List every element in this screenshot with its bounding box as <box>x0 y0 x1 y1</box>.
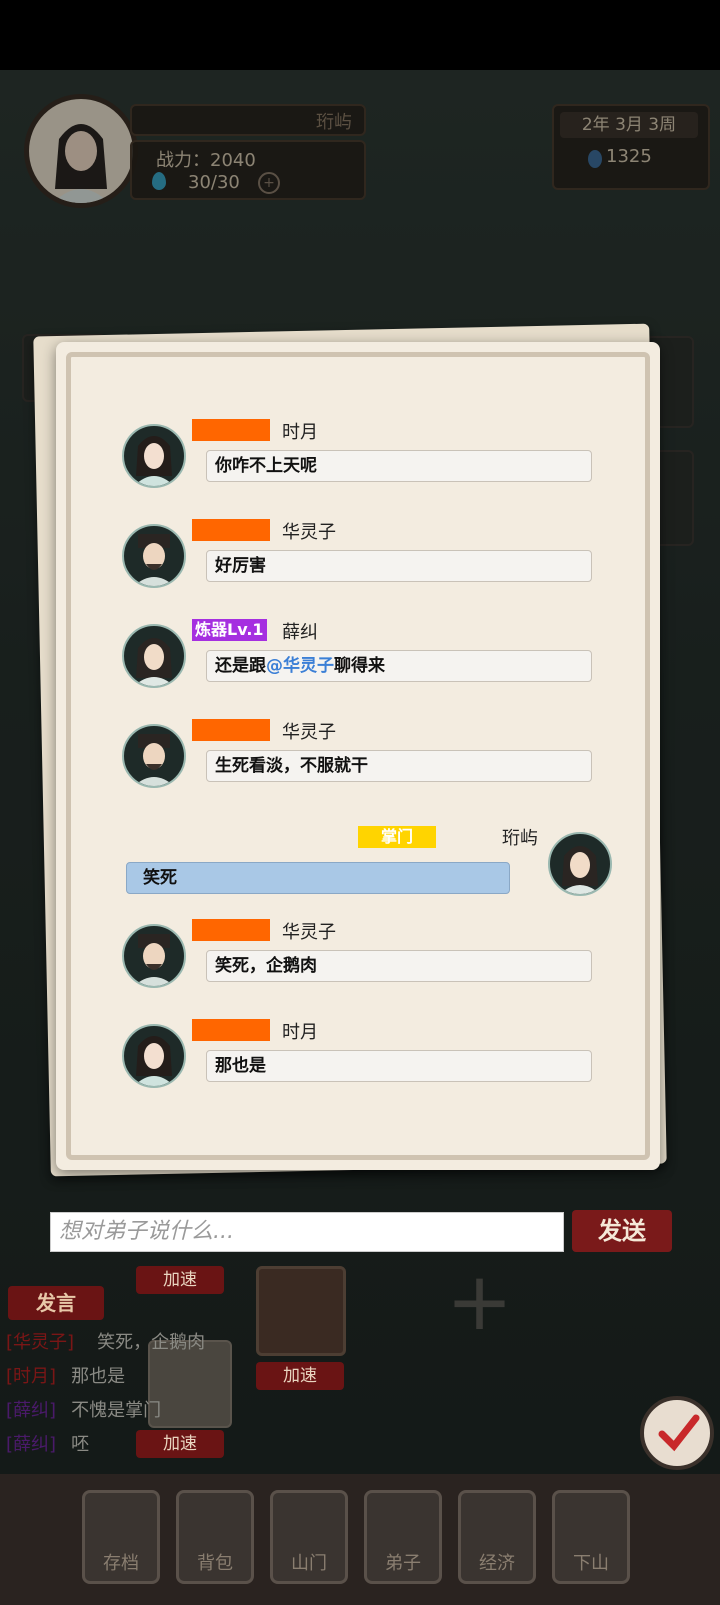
status-bar <box>0 0 720 70</box>
nav-label: 下山 <box>573 1553 609 1574</box>
message-bubble: 生死看淡，不服就干 <box>206 750 592 782</box>
sender-tag <box>192 419 270 441</box>
log-sender: [时月] <box>6 1366 57 1387</box>
sender-avatar[interactable] <box>122 724 186 788</box>
role-tag: 掌门 <box>358 826 436 848</box>
log-text: 那也是 <box>71 1366 126 1387</box>
sender-avatar[interactable] <box>122 424 186 488</box>
self-message-bubble: 笑死 <box>126 862 510 894</box>
speed-up-button[interactable]: 加速 <box>136 1266 224 1294</box>
sender-name: 华灵子 <box>282 722 336 743</box>
sender-tag <box>192 519 270 541</box>
log-text: 呸 <box>71 1434 90 1455</box>
sender-tag <box>192 719 270 741</box>
building-slot[interactable] <box>256 1266 346 1356</box>
sender-name: 华灵子 <box>282 922 336 943</box>
message-bubble: 还是跟@华灵子聊得来 <box>206 650 592 682</box>
nav-label: 经济 <box>479 1553 515 1574</box>
nav-disciples[interactable]: 弟子 <box>364 1490 442 1584</box>
sender-avatar[interactable] <box>122 524 186 588</box>
mention-link[interactable]: @华灵子 <box>266 656 334 676</box>
nav-label: 弟子 <box>385 1553 421 1574</box>
speed-up-button[interactable]: 加速 <box>256 1362 344 1390</box>
nav-save[interactable]: 存档 <box>82 1490 160 1584</box>
log-text: 不愧是掌门 <box>71 1400 162 1421</box>
sender-avatar[interactable] <box>122 924 186 988</box>
chat-log: [华灵子] 笑死，企鹅肉 [时月] 那也是 [薛纠] 不愧是掌门 [薛纠] 呸 <box>6 1328 246 1468</box>
nav-economy[interactable]: 经济 <box>458 1490 536 1584</box>
checkmark-icon <box>658 1414 700 1452</box>
sender-name: 薛纠 <box>282 622 318 643</box>
sender-tag <box>192 919 270 941</box>
add-slot-icon[interactable]: + <box>446 1262 513 1342</box>
send-button[interactable]: 发送 <box>572 1210 672 1252</box>
nav-label: 存档 <box>103 1553 139 1574</box>
nav-backpack[interactable]: 背包 <box>176 1490 254 1584</box>
log-text: 笑死，企鹅肉 <box>97 1332 206 1353</box>
message-bubble: 好厉害 <box>206 550 592 582</box>
message-bubble: 你咋不上天呢 <box>206 450 592 482</box>
self-avatar[interactable] <box>548 832 612 896</box>
log-sender: [薛纠] <box>6 1434 57 1455</box>
log-sender: [华灵子] <box>6 1332 75 1353</box>
sender-name: 时月 <box>282 1022 318 1043</box>
message-text: 还是跟 <box>215 656 266 676</box>
message-bubble: 笑死，企鹅肉 <box>206 950 592 982</box>
nav-sect-gate[interactable]: 山门 <box>270 1490 348 1584</box>
nav-label: 山门 <box>291 1553 327 1574</box>
nav-descend[interactable]: 下山 <box>552 1490 630 1584</box>
speak-button[interactable]: 发言 <box>8 1286 104 1320</box>
chat-input[interactable]: 想对弟子说什么... <box>50 1212 564 1252</box>
sender-name: 华灵子 <box>282 522 336 543</box>
sender-avatar[interactable] <box>122 624 186 688</box>
message-bubble: 那也是 <box>206 1050 592 1082</box>
chat-message-list[interactable]: 时月 你咋不上天呢 华灵子 好厉害 炼器Lv.1 薛纠 还是跟@华灵子聊得来 华… <box>74 362 642 1152</box>
sender-name: 珩屿 <box>502 828 538 849</box>
sender-tag <box>192 1019 270 1041</box>
sender-name: 时月 <box>282 422 318 443</box>
log-sender: [薛纠] <box>6 1400 57 1421</box>
close-chat-button[interactable] <box>640 1396 714 1470</box>
sender-avatar[interactable] <box>122 1024 186 1088</box>
nav-label: 背包 <box>197 1553 233 1574</box>
skill-tag: 炼器Lv.1 <box>192 619 267 641</box>
message-text: 聊得来 <box>334 656 385 676</box>
